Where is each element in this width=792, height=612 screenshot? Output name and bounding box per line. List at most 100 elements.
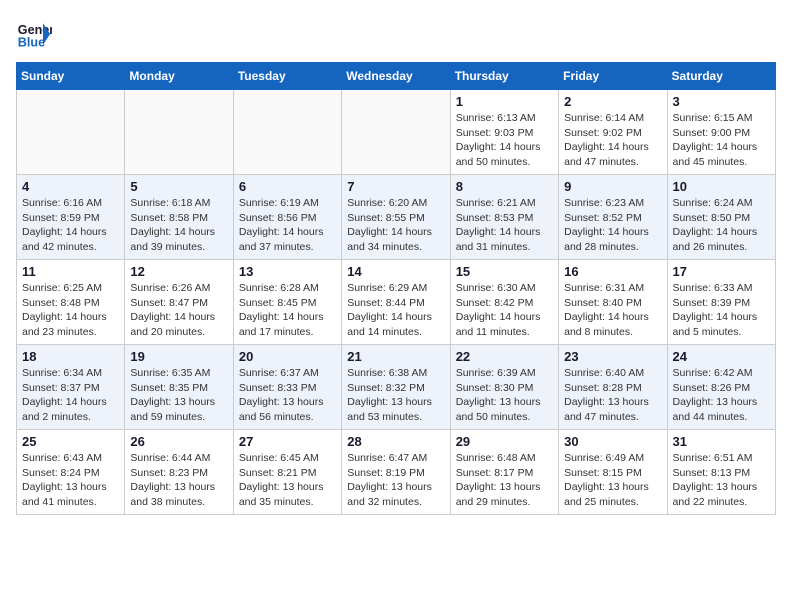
day-number: 12 (130, 264, 227, 279)
empty-cell (125, 90, 233, 175)
day-info: Sunrise: 6:21 AM Sunset: 8:53 PM Dayligh… (456, 196, 553, 255)
day-info: Sunrise: 6:14 AM Sunset: 9:02 PM Dayligh… (564, 111, 661, 170)
day-number: 18 (22, 349, 119, 364)
day-cell-7: 7 Sunrise: 6:20 AM Sunset: 8:55 PM Daylig… (342, 175, 450, 260)
day-info: Sunrise: 6:29 AM Sunset: 8:44 PM Dayligh… (347, 281, 444, 340)
weekday-header-friday: Friday (559, 63, 667, 90)
week-row-3: 11 Sunrise: 6:25 AM Sunset: 8:48 PM Dayli… (17, 260, 776, 345)
day-cell-2: 2 Sunrise: 6:14 AM Sunset: 9:02 PM Daylig… (559, 90, 667, 175)
day-cell-3: 3Sunrise: 6:15 AM Sunset: 9:00 PM Daylig… (667, 90, 775, 175)
day-cell-23: 23Sunrise: 6:40 AM Sunset: 8:28 PM Dayli… (559, 345, 667, 430)
day-cell-31: 31 Sunrise: 6:51 AM Sunset: 8:13 PM Dayli… (667, 430, 775, 515)
day-cell-15: 15 Sunrise: 6:30 AM Sunset: 8:42 PM Dayli… (450, 260, 558, 345)
day-number: 15 (456, 264, 553, 279)
day-number: 5 (130, 179, 227, 194)
day-info: Sunrise: 6:18 AM Sunset: 8:58 PM Dayligh… (130, 196, 227, 255)
day-cell-1: 1 Sunrise: 6:13 AM Sunset: 9:03 PM Daylig… (450, 90, 558, 175)
day-cell-20: 20 Sunrise: 6:37 AM Sunset: 8:33 PM Dayli… (233, 345, 341, 430)
day-info: Sunrise: 6:34 AM Sunset: 8:37 PM Dayligh… (22, 366, 119, 425)
day-number: 17 (673, 264, 770, 279)
week-row-5: 25Sunrise: 6:43 AM Sunset: 8:24 PM Dayli… (17, 430, 776, 515)
day-info: Sunrise: 6:20 AM Sunset: 8:55 PM Dayligh… (347, 196, 444, 255)
day-cell-19: 19 Sunrise: 6:35 AM Sunset: 8:35 PM Dayli… (125, 345, 233, 430)
day-number: 19 (130, 349, 227, 364)
day-info: Sunrise: 6:39 AM Sunset: 8:30 PM Dayligh… (456, 366, 553, 425)
day-info: Sunrise: 6:26 AM Sunset: 8:47 PM Dayligh… (130, 281, 227, 340)
day-cell-14: 14 Sunrise: 6:29 AM Sunset: 8:44 PM Dayli… (342, 260, 450, 345)
day-cell-27: 27 Sunrise: 6:45 AM Sunset: 8:21 PM Dayli… (233, 430, 341, 515)
day-number: 28 (347, 434, 444, 449)
day-info: Sunrise: 6:24 AM Sunset: 8:50 PM Dayligh… (673, 196, 770, 255)
day-cell-21: 21Sunrise: 6:38 AM Sunset: 8:32 PM Dayli… (342, 345, 450, 430)
day-number: 1 (456, 94, 553, 109)
day-number: 6 (239, 179, 336, 194)
day-info: Sunrise: 6:48 AM Sunset: 8:17 PM Dayligh… (456, 451, 553, 510)
day-number: 4 (22, 179, 119, 194)
day-cell-28: 28 Sunrise: 6:47 AM Sunset: 8:19 PM Dayli… (342, 430, 450, 515)
empty-cell (17, 90, 125, 175)
day-cell-5: 5 Sunrise: 6:18 AM Sunset: 8:58 PM Daylig… (125, 175, 233, 260)
day-number: 31 (673, 434, 770, 449)
day-info: Sunrise: 6:23 AM Sunset: 8:52 PM Dayligh… (564, 196, 661, 255)
weekday-header-tuesday: Tuesday (233, 63, 341, 90)
day-cell-18: 18 Sunrise: 6:34 AM Sunset: 8:37 PM Dayli… (17, 345, 125, 430)
day-info: Sunrise: 6:30 AM Sunset: 8:42 PM Dayligh… (456, 281, 553, 340)
day-info: Sunrise: 6:33 AM Sunset: 8:39 PM Dayligh… (673, 281, 770, 340)
page-header: General Blue (16, 16, 776, 52)
day-number: 26 (130, 434, 227, 449)
day-info: Sunrise: 6:13 AM Sunset: 9:03 PM Dayligh… (456, 111, 553, 170)
day-number: 20 (239, 349, 336, 364)
day-number: 11 (22, 264, 119, 279)
day-cell-29: 29Sunrise: 6:48 AM Sunset: 8:17 PM Dayli… (450, 430, 558, 515)
day-info: Sunrise: 6:31 AM Sunset: 8:40 PM Dayligh… (564, 281, 661, 340)
weekday-header-monday: Monday (125, 63, 233, 90)
day-info: Sunrise: 6:49 AM Sunset: 8:15 PM Dayligh… (564, 451, 661, 510)
calendar-table: SundayMondayTuesdayWednesdayThursdayFrid… (16, 62, 776, 515)
day-info: Sunrise: 6:19 AM Sunset: 8:56 PM Dayligh… (239, 196, 336, 255)
day-number: 30 (564, 434, 661, 449)
day-cell-17: 17 Sunrise: 6:33 AM Sunset: 8:39 PM Dayli… (667, 260, 775, 345)
day-cell-10: 10Sunrise: 6:24 AM Sunset: 8:50 PM Dayli… (667, 175, 775, 260)
week-row-4: 18 Sunrise: 6:34 AM Sunset: 8:37 PM Dayli… (17, 345, 776, 430)
logo-icon: General Blue (16, 16, 52, 52)
day-info: Sunrise: 6:37 AM Sunset: 8:33 PM Dayligh… (239, 366, 336, 425)
day-cell-9: 9 Sunrise: 6:23 AM Sunset: 8:52 PM Daylig… (559, 175, 667, 260)
day-number: 3 (673, 94, 770, 109)
day-number: 9 (564, 179, 661, 194)
day-info: Sunrise: 6:51 AM Sunset: 8:13 PM Dayligh… (673, 451, 770, 510)
day-info: Sunrise: 6:25 AM Sunset: 8:48 PM Dayligh… (22, 281, 119, 340)
day-number: 23 (564, 349, 661, 364)
day-info: Sunrise: 6:42 AM Sunset: 8:26 PM Dayligh… (673, 366, 770, 425)
day-cell-16: 16 Sunrise: 6:31 AM Sunset: 8:40 PM Dayli… (559, 260, 667, 345)
day-number: 13 (239, 264, 336, 279)
day-number: 14 (347, 264, 444, 279)
week-row-1: 1 Sunrise: 6:13 AM Sunset: 9:03 PM Daylig… (17, 90, 776, 175)
day-info: Sunrise: 6:35 AM Sunset: 8:35 PM Dayligh… (130, 366, 227, 425)
day-cell-24: 24Sunrise: 6:42 AM Sunset: 8:26 PM Dayli… (667, 345, 775, 430)
weekday-header-thursday: Thursday (450, 63, 558, 90)
weekday-header-sunday: Sunday (17, 63, 125, 90)
day-number: 2 (564, 94, 661, 109)
day-info: Sunrise: 6:47 AM Sunset: 8:19 PM Dayligh… (347, 451, 444, 510)
weekday-header-wednesday: Wednesday (342, 63, 450, 90)
day-info: Sunrise: 6:45 AM Sunset: 8:21 PM Dayligh… (239, 451, 336, 510)
day-number: 25 (22, 434, 119, 449)
day-cell-25: 25Sunrise: 6:43 AM Sunset: 8:24 PM Dayli… (17, 430, 125, 515)
logo: General Blue (16, 16, 52, 52)
day-info: Sunrise: 6:44 AM Sunset: 8:23 PM Dayligh… (130, 451, 227, 510)
day-number: 22 (456, 349, 553, 364)
day-cell-12: 12 Sunrise: 6:26 AM Sunset: 8:47 PM Dayli… (125, 260, 233, 345)
day-info: Sunrise: 6:38 AM Sunset: 8:32 PM Dayligh… (347, 366, 444, 425)
day-number: 7 (347, 179, 444, 194)
week-row-2: 4 Sunrise: 6:16 AM Sunset: 8:59 PM Daylig… (17, 175, 776, 260)
day-info: Sunrise: 6:16 AM Sunset: 8:59 PM Dayligh… (22, 196, 119, 255)
day-cell-26: 26 Sunrise: 6:44 AM Sunset: 8:23 PM Dayli… (125, 430, 233, 515)
day-cell-11: 11 Sunrise: 6:25 AM Sunset: 8:48 PM Dayli… (17, 260, 125, 345)
weekday-header-saturday: Saturday (667, 63, 775, 90)
day-cell-8: 8Sunrise: 6:21 AM Sunset: 8:53 PM Daylig… (450, 175, 558, 260)
day-number: 16 (564, 264, 661, 279)
day-number: 27 (239, 434, 336, 449)
day-info: Sunrise: 6:28 AM Sunset: 8:45 PM Dayligh… (239, 281, 336, 340)
day-cell-4: 4 Sunrise: 6:16 AM Sunset: 8:59 PM Daylig… (17, 175, 125, 260)
day-cell-22: 22 Sunrise: 6:39 AM Sunset: 8:30 PM Dayli… (450, 345, 558, 430)
